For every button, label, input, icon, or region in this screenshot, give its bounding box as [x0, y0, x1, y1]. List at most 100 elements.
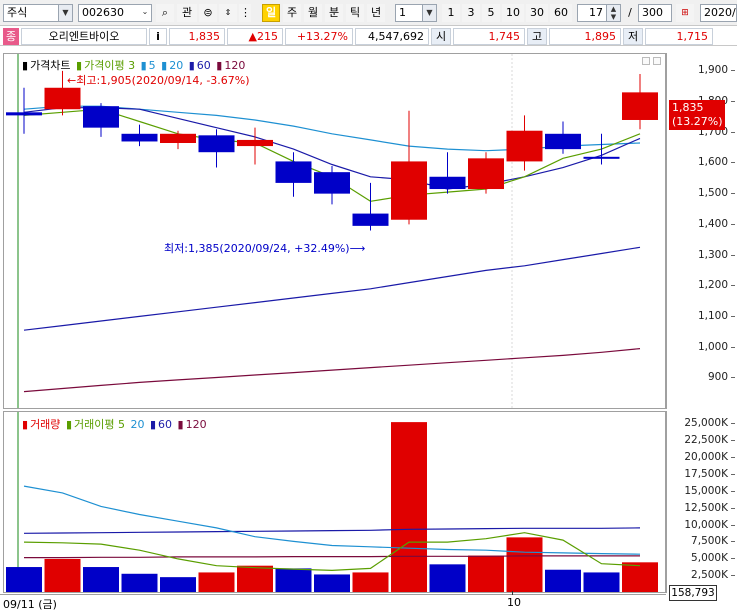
volume-ma60-line — [23, 527, 641, 534]
find-button[interactable]: 관 — [177, 4, 197, 22]
total-input[interactable]: 300 — [638, 4, 672, 22]
settings-icon[interactable]: ⊞ — [676, 4, 694, 22]
price-ma60-line — [23, 246, 641, 331]
volume-y-tick: 2,500K — [691, 569, 735, 582]
tab-weekly[interactable]: 주 — [283, 4, 301, 22]
tab-tick[interactable]: 틱 — [346, 4, 364, 22]
volume-bar — [622, 562, 658, 592]
volume-bar — [391, 422, 427, 592]
price-legend-title: 가격차트 — [30, 59, 71, 72]
volume-y-tick: 15,000K — [684, 484, 735, 497]
price-y-tick: 1,100 — [697, 309, 736, 322]
count-input[interactable]: 17 — [577, 4, 607, 22]
stock-badge: 종 — [3, 28, 19, 45]
count-spinner-icon[interactable]: ▲ ▼ — [607, 4, 621, 22]
volume-y-axis: 25,000K 22,500K 20,000K 17,500K 15,000K 12,50… — [666, 411, 737, 601]
more-icon[interactable]: ⋮ — [239, 4, 251, 22]
tab-minute[interactable]: 분 — [325, 4, 343, 22]
price-y-tick: 1,200 — [697, 279, 736, 292]
volume-bar — [468, 555, 504, 592]
unit-select[interactable]: 1 — [395, 4, 423, 22]
volume-y-tick: 10,000K — [684, 518, 735, 531]
current-volume-box: 158,793 — [669, 585, 717, 601]
price-chart[interactable] — [4, 54, 666, 409]
volume-bar — [583, 572, 620, 592]
range-10-button[interactable]: 10 — [502, 4, 524, 22]
volume-legend-title: 거래량 — [30, 418, 61, 431]
updown-spinner-icon[interactable]: ⇕ — [219, 4, 237, 22]
volume-y-tick: 5,000K — [691, 552, 735, 565]
tab-daily[interactable]: 일 — [262, 4, 280, 22]
volume-y-tick: 17,500K — [684, 468, 735, 481]
current-price-box-pct: (13.27%) — [672, 115, 723, 128]
x-label-start: 09/11 (금) — [3, 598, 57, 610]
price-y-tick: 1,300 — [697, 248, 736, 261]
volume-legend-ma120: 120 — [185, 418, 207, 431]
volume-bar — [160, 577, 196, 592]
volume-legend-ma60: 60 — [158, 418, 173, 431]
code-dropdown-icon[interactable]: ⌄ — [138, 4, 152, 22]
volume-chart-pane[interactable]: ▮ 거래량 ▮ 거래이평 5 20 ▮ 60 ▮ 120 — [3, 411, 666, 593]
high-label: 고 — [527, 28, 547, 45]
price-y-tick: 1,000 — [697, 340, 736, 353]
price-legend-ma5: 5 — [148, 59, 156, 72]
price-y-tick: 1,900 — [697, 64, 736, 77]
count-separator: / — [628, 6, 632, 19]
tab-monthly[interactable]: 월 — [304, 4, 322, 22]
open-label: 시 — [431, 28, 451, 45]
price-y-tick: 1,500 — [697, 187, 736, 200]
volume-bar — [429, 564, 466, 592]
stock-name[interactable]: 오리엔트바이오 — [21, 28, 147, 45]
pane-restore-icon[interactable] — [642, 57, 650, 65]
price-y-tick: 900 — [707, 371, 736, 384]
high-annotation: ←최고:1,905(2020/09/14, -3.67%) — [67, 74, 250, 87]
candle-body — [83, 106, 119, 128]
volume-ma120-line — [24, 555, 640, 559]
price-legend-ma20: 20 — [169, 59, 184, 72]
price-y-tick: 1,400 — [697, 217, 736, 230]
volume-ma5-line — [23, 485, 641, 555]
change-percent: +13.27% — [285, 28, 353, 45]
volume-bar — [506, 537, 543, 592]
candle-body — [198, 135, 235, 153]
search-icon[interactable]: ⌕ — [156, 4, 174, 22]
volume-y-tick: 20,000K — [684, 451, 735, 464]
volume-bar — [275, 568, 312, 592]
volume-bar — [198, 572, 235, 592]
volume-legend-ma20: 20 — [130, 418, 145, 431]
range-1-button[interactable]: 1 — [442, 4, 460, 22]
price-ma120-line — [23, 348, 641, 393]
price-chart-pane[interactable]: ▮ 가격차트 ▮ 가격이평 3 ▮ 5 ▮ 20 ▮ 60 ▮ 120 ←최고:1,905(… — [3, 53, 666, 409]
candle-body — [352, 213, 389, 226]
low-price: 1,715 — [645, 28, 713, 45]
tab-yearly[interactable]: 년 — [367, 4, 385, 22]
price-legend-ma120: 120 — [224, 59, 246, 72]
refresh-icon[interactable]: ⊜ — [199, 4, 217, 22]
x-label-mid: 10 — [507, 596, 521, 609]
current-price: 1,835 — [169, 28, 225, 45]
volume-chart[interactable] — [4, 412, 666, 593]
market-select[interactable]: 주식 — [3, 4, 59, 22]
info-button[interactable]: i — [149, 28, 167, 45]
candle-body — [468, 158, 504, 190]
range-60-button[interactable]: 60 — [550, 4, 572, 22]
date-input[interactable]: 2020/ — [700, 4, 737, 22]
pane-maximize-icon[interactable] — [653, 57, 661, 65]
quote-bar: 종 오리엔트바이오 i 1,835 ▲215 +13.27% 4,547,692… — [0, 27, 737, 46]
price-legend: ▮ 가격차트 ▮ 가격이평 3 ▮ 5 ▮ 20 ▮ 60 ▮ 120 — [22, 59, 246, 72]
volume-ma20-line — [23, 532, 641, 572]
low-annotation: 최저:1,385(2020/09/24, +32.49%)⟶ — [164, 242, 366, 255]
candle-body — [622, 92, 658, 120]
range-30-button[interactable]: 30 — [526, 4, 548, 22]
candle-body — [429, 176, 466, 190]
range-5-button[interactable]: 5 — [482, 4, 500, 22]
range-3-button[interactable]: 3 — [462, 4, 480, 22]
volume-bar — [6, 567, 42, 592]
market-dropdown-icon[interactable]: ▼ — [59, 4, 73, 22]
low-label: 저 — [623, 28, 643, 45]
x-tick-mid — [512, 591, 513, 595]
unit-dropdown-icon[interactable]: ▼ — [423, 4, 437, 22]
volume-bar — [83, 567, 119, 592]
volume-bar — [545, 569, 581, 592]
volume-legend-ma5: 거래이평 5 — [74, 418, 125, 431]
